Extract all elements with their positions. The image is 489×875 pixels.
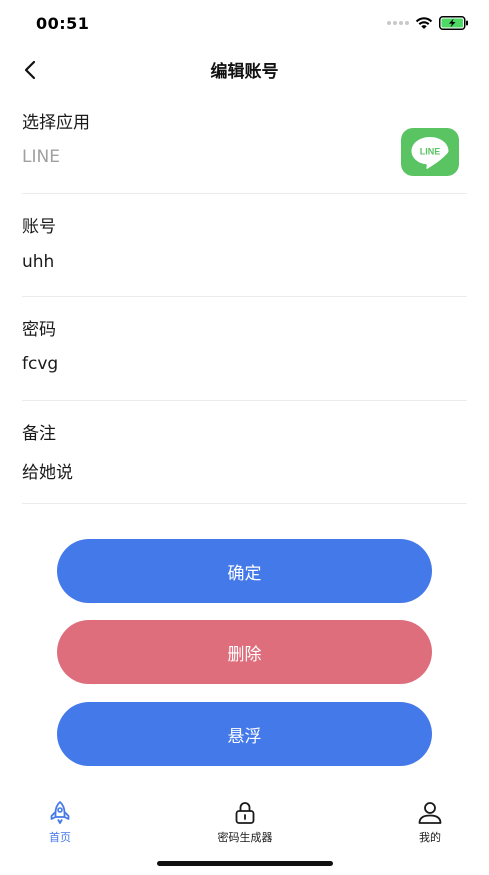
cellular-signal-icon — [387, 21, 409, 25]
notes-field[interactable]: 备注 给她说 — [22, 400, 467, 504]
delete-button[interactable]: 删除 — [57, 620, 432, 684]
svg-text:LINE: LINE — [420, 147, 441, 157]
line-logo-icon: LINE — [411, 137, 449, 169]
line-app-icon[interactable]: LINE — [401, 128, 459, 176]
tab-bar: 首页 密码生成器 我的 — [0, 792, 489, 852]
password-label: 密码 — [22, 320, 56, 340]
screen: 00:51 编辑账号 选择应用 LINE LINE 账号 uhh 密码 fcvg… — [0, 0, 489, 875]
tab-password-generator[interactable]: 密码生成器 — [205, 800, 285, 845]
person-icon — [418, 802, 442, 824]
app-select-label: 选择应用 — [22, 113, 90, 133]
status-icons — [387, 16, 469, 30]
rocket-icon — [50, 801, 70, 824]
status-time: 00:51 — [36, 14, 90, 33]
password-field[interactable]: 密码 fcvg — [22, 296, 467, 401]
app-select-field[interactable]: 选择应用 LINE LINE — [22, 98, 467, 194]
tab-password-generator-label: 密码生成器 — [217, 831, 273, 844]
tab-profile-label: 我的 — [419, 831, 441, 844]
notes-label: 备注 — [22, 424, 56, 444]
app-select-value: LINE — [22, 147, 60, 167]
tab-home[interactable]: 首页 — [44, 800, 76, 845]
account-field[interactable]: 账号 uhh — [22, 193, 467, 297]
wifi-icon — [415, 17, 433, 29]
password-value[interactable]: fcvg — [22, 354, 58, 374]
nav-bar: 编辑账号 — [0, 48, 489, 92]
page-title: 编辑账号 — [210, 62, 279, 82]
tab-home-label: 首页 — [49, 831, 71, 844]
status-bar: 00:51 — [0, 0, 489, 48]
account-value[interactable]: uhh — [22, 252, 54, 272]
notes-value[interactable]: 给她说 — [22, 458, 73, 483]
battery-charging-icon — [439, 16, 468, 30]
account-label: 账号 — [22, 217, 56, 237]
tab-profile[interactable]: 我的 — [414, 800, 446, 845]
float-button[interactable]: 悬浮 — [57, 702, 432, 766]
confirm-button[interactable]: 确定 — [57, 539, 432, 603]
lock-icon — [235, 802, 255, 824]
home-indicator — [157, 861, 333, 866]
